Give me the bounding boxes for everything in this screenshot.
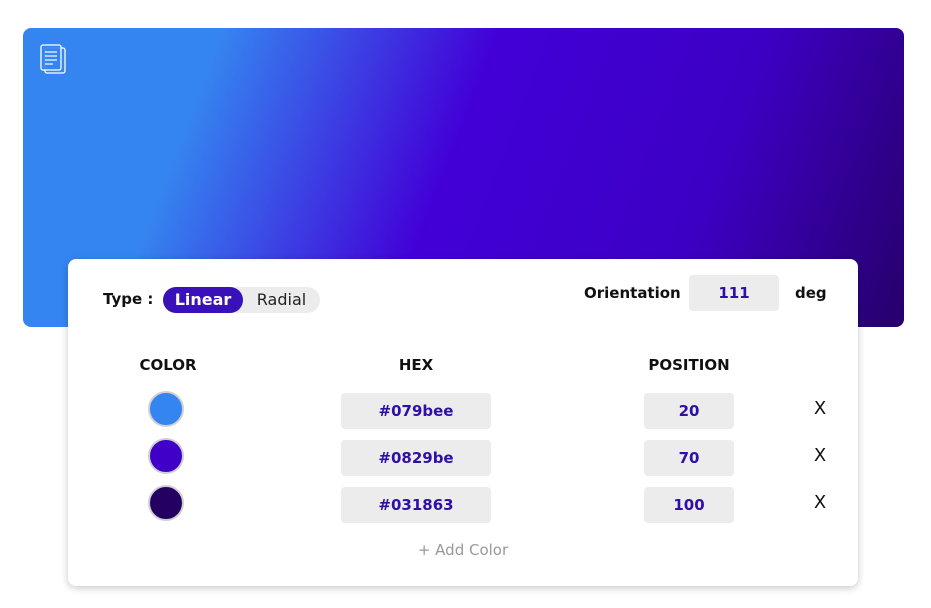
hex-column-header: HEX xyxy=(398,356,434,374)
remove-color-button[interactable]: X xyxy=(806,395,834,423)
orientation-input[interactable]: 111 xyxy=(689,275,779,311)
color-swatch[interactable] xyxy=(148,391,184,427)
color-column-header: COLOR xyxy=(139,356,197,374)
type-toggle: Linear Radial xyxy=(163,287,320,313)
copy-icon[interactable] xyxy=(39,44,69,76)
remove-color-button[interactable]: X xyxy=(806,442,834,470)
gradient-editor-panel: Type : Linear Radial Orientation 111 deg… xyxy=(68,259,858,586)
add-color-button[interactable]: + Add Color xyxy=(398,541,528,559)
hex-input[interactable]: #079bee xyxy=(341,393,491,429)
position-input[interactable]: 70 xyxy=(644,440,734,476)
type-radial-button[interactable]: Radial xyxy=(243,287,320,313)
position-input[interactable]: 20 xyxy=(644,393,734,429)
color-swatch[interactable] xyxy=(148,438,184,474)
color-swatch[interactable] xyxy=(148,485,184,521)
orientation-label: Orientation xyxy=(584,284,681,302)
hex-input[interactable]: #031863 xyxy=(341,487,491,523)
type-linear-button[interactable]: Linear xyxy=(163,287,243,313)
type-label: Type : xyxy=(103,290,154,308)
position-column-header: POSITION xyxy=(648,356,730,374)
hex-input[interactable]: #0829be xyxy=(341,440,491,476)
position-input[interactable]: 100 xyxy=(644,487,734,523)
orientation-unit: deg xyxy=(795,284,827,302)
remove-color-button[interactable]: X xyxy=(806,489,834,517)
